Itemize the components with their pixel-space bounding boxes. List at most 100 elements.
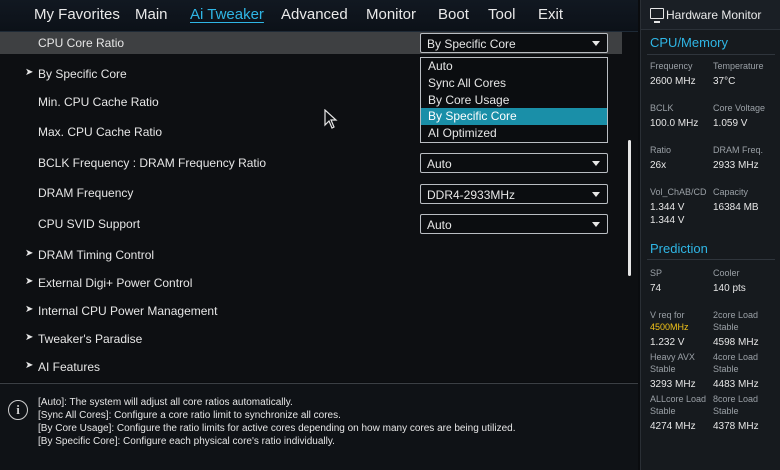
capacity-label: Capacity [713, 187, 749, 197]
four-core-stable-label: Stable [713, 364, 739, 374]
allcore-label: ALLcore Load [650, 394, 707, 404]
vol-value-1: 1.344 V [650, 202, 685, 213]
setting-label: CPU SVID Support [38, 217, 141, 231]
divider [647, 259, 775, 260]
hardware-monitor-panel: Hardware Monitor CPU/Memory Frequency 26… [640, 0, 780, 470]
tab-boot[interactable]: Boot [438, 6, 469, 23]
chevron-down-icon [592, 222, 600, 227]
dropdown-option-auto[interactable]: Auto [421, 58, 607, 75]
vreq-label: V req for [650, 310, 685, 320]
two-core-stable-label: Stable [713, 322, 739, 332]
tab-ai-tweaker[interactable]: Ai Tweaker [190, 6, 264, 23]
vreq-value: 1.232 V [650, 337, 685, 348]
submenu-ai-features[interactable]: ➤ AI Features [0, 356, 622, 378]
temperature-value: 37°C [713, 76, 736, 87]
sp-value: 74 [650, 283, 662, 294]
heavy-avx-value: 3293 MHz [650, 379, 696, 390]
bclk-label: BCLK [650, 103, 674, 113]
hardware-monitor-header: Hardware Monitor [641, 0, 780, 30]
four-core-value: 4483 MHz [713, 379, 759, 390]
submenu-label: Internal CPU Power Management [38, 304, 218, 318]
cpu-svid-select[interactable]: Auto [420, 214, 608, 234]
submenu-label: By Specific Core [38, 67, 127, 81]
chevron-down-icon [592, 41, 600, 46]
hardware-monitor-title: Hardware Monitor [666, 8, 762, 22]
help-line: [Auto]: The system will adjust all core … [38, 397, 293, 408]
submenu-internal-cpu-power[interactable]: ➤ Internal CPU Power Management [0, 300, 622, 322]
eight-core-label: 8core Load [713, 394, 759, 404]
dropdown-option-by-core-usage[interactable]: By Core Usage [421, 92, 607, 109]
submenu-dram-timing-control[interactable]: ➤ DRAM Timing Control [0, 244, 622, 266]
dropdown-option-ai-optimized[interactable]: AI Optimized [421, 125, 607, 142]
eight-core-value: 4378 MHz [713, 421, 759, 432]
setting-label: Min. CPU Cache Ratio [38, 95, 159, 109]
chevron-down-icon [592, 161, 600, 166]
tab-my-favorites[interactable]: My Favorites [34, 6, 120, 23]
tab-tool[interactable]: Tool [488, 6, 516, 23]
cpu-core-ratio-dropdown: Auto Sync All Cores By Core Usage By Spe… [420, 57, 608, 143]
tab-monitor[interactable]: Monitor [366, 6, 416, 23]
setting-label: CPU Core Ratio [38, 36, 125, 50]
cooler-label: Cooler [713, 268, 740, 278]
arrow-right-icon: ➤ [25, 332, 34, 343]
scrollbar[interactable] [628, 140, 631, 276]
submenu-label: AI Features [38, 360, 101, 374]
dram-freq-value: 2933 MHz [713, 160, 759, 171]
dropdown-option-sync-all-cores[interactable]: Sync All Cores [421, 75, 607, 92]
monitor-icon [650, 8, 664, 23]
bclk-value: 100.0 MHz [650, 118, 699, 129]
select-value: DDR4-2933MHz [427, 188, 516, 202]
frequency-value: 2600 MHz [650, 76, 696, 87]
top-menu-bar: My Favorites Main Ai Tweaker Advanced Mo… [0, 0, 638, 32]
ratio-value: 26x [650, 160, 667, 171]
eight-core-stable-label: Stable [713, 406, 739, 416]
submenu-label: DRAM Timing Control [38, 248, 155, 262]
vreq-frequency: 4500MHz [650, 322, 689, 332]
select-value: Auto [427, 157, 452, 171]
allcore-value: 4274 MHz [650, 421, 696, 432]
divider [647, 54, 775, 55]
cooler-value: 140 pts [713, 283, 746, 294]
bclk-dram-ratio-select[interactable]: Auto [420, 153, 608, 173]
vol-value-2: 1.344 V [650, 215, 685, 226]
submenu-label: Tweaker's Paradise [38, 332, 143, 346]
submenu-tweakers-paradise[interactable]: ➤ Tweaker's Paradise [0, 328, 622, 350]
tab-exit[interactable]: Exit [538, 6, 563, 23]
dram-frequency-select[interactable]: DDR4-2933MHz [420, 184, 608, 204]
tab-advanced[interactable]: Advanced [281, 6, 348, 23]
select-value: Auto [427, 218, 452, 232]
info-icon: i [8, 400, 28, 420]
tab-main[interactable]: Main [135, 6, 168, 23]
cpu-core-ratio-select[interactable]: By Specific Core [420, 33, 608, 53]
submenu-label: External Digi+ Power Control [38, 276, 193, 290]
capacity-value: 16384 MB [713, 202, 759, 213]
select-value: By Specific Core [427, 37, 516, 51]
ratio-label: Ratio [650, 145, 672, 155]
help-line: [By Specific Core]: Configure each physi… [38, 436, 335, 447]
setting-label: BCLK Frequency : DRAM Frequency Ratio [38, 156, 267, 170]
core-voltage-label: Core Voltage [713, 103, 766, 113]
help-line: [Sync All Cores]: Configure a core ratio… [38, 410, 341, 421]
dropdown-option-by-specific-core[interactable]: By Specific Core [421, 108, 607, 126]
arrow-right-icon: ➤ [25, 276, 34, 287]
two-core-label: 2core Load [713, 310, 759, 320]
vol-label: Vol_ChAB/CD [650, 187, 707, 197]
submenu-external-digi-power[interactable]: ➤ External Digi+ Power Control [0, 272, 622, 294]
settings-pane: CPU Core Ratio By Specific Core ➤ By Spe… [0, 32, 638, 382]
frequency-label: Frequency [650, 61, 693, 71]
dram-freq-label: DRAM Freq. [713, 145, 764, 155]
help-line: [By Core Usage]: Configure the ratio lim… [38, 423, 516, 434]
heavy-avx-label: Heavy AVX [650, 352, 695, 362]
heavy-avx-stable-label: Stable [650, 364, 676, 374]
arrow-right-icon: ➤ [25, 248, 34, 259]
temperature-label: Temperature [713, 61, 764, 71]
mouse-cursor-icon [324, 109, 338, 129]
sp-label: SP [650, 268, 663, 278]
setting-label: DRAM Frequency [38, 186, 134, 200]
allcore-stable-label: Stable [650, 406, 676, 416]
arrow-right-icon: ➤ [25, 67, 34, 78]
setting-label: Max. CPU Cache Ratio [38, 125, 163, 139]
section-cpu-memory: CPU/Memory [650, 35, 729, 50]
two-core-value: 4598 MHz [713, 337, 759, 348]
chevron-down-icon [592, 192, 600, 197]
